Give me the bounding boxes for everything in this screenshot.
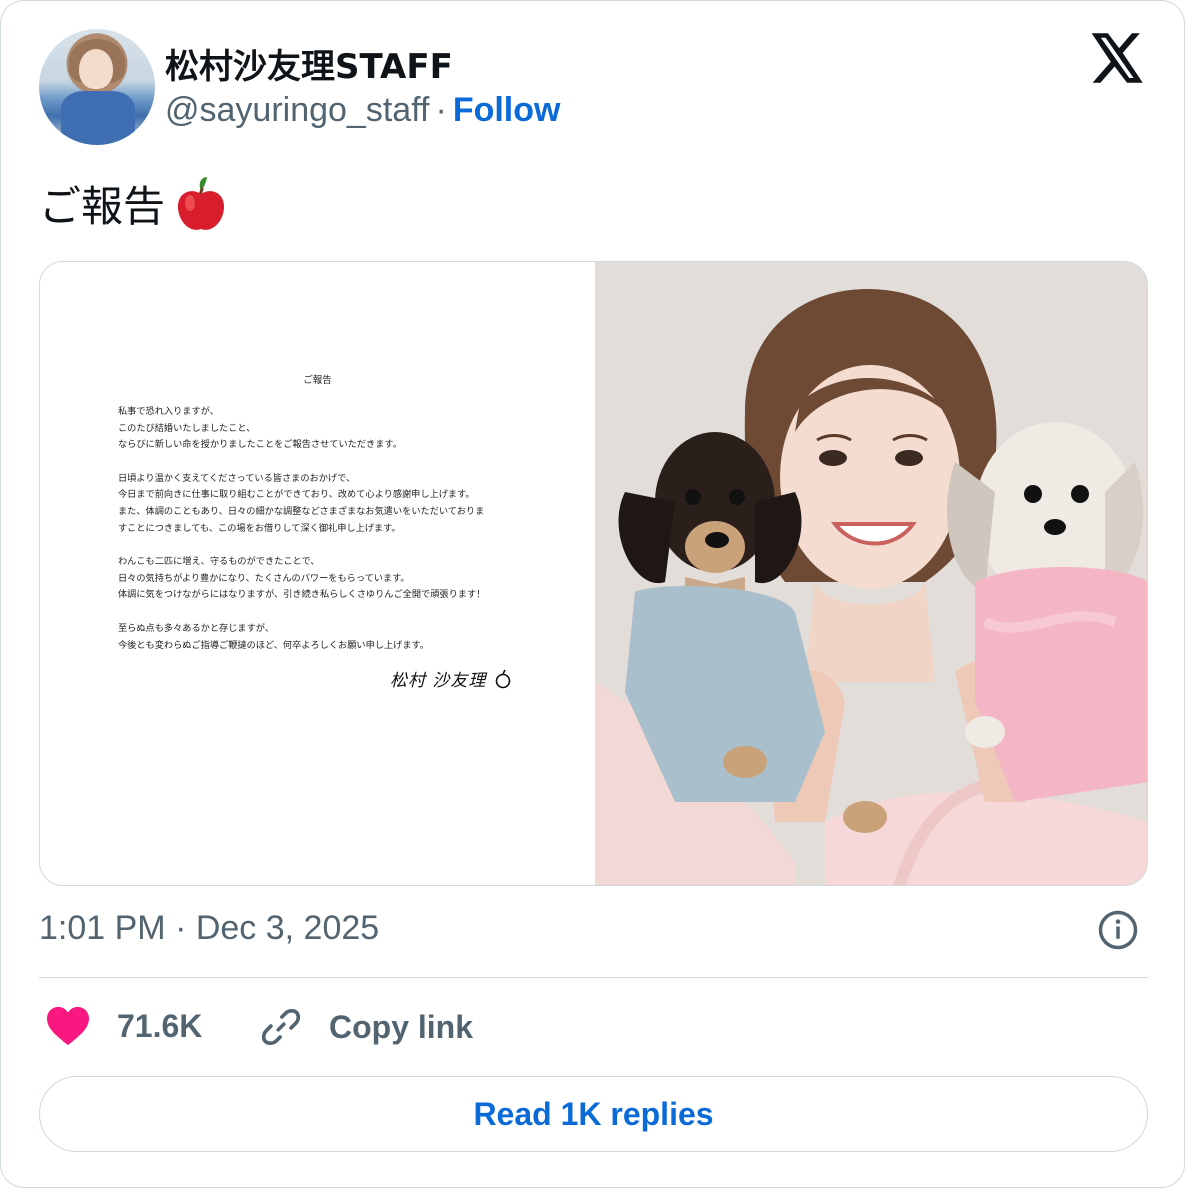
letter-line: 至らぬ点も多々あるかと存じますが、 [118, 622, 275, 634]
apple-doodle-icon [495, 669, 511, 689]
read-replies-button[interactable]: Read 1K replies [39, 1076, 1148, 1152]
letter-line: 日頃より温かく支えてくださっている皆さまのおかげで、 [118, 472, 356, 484]
info-icon[interactable] [1097, 909, 1139, 951]
like-button[interactable]: 71.6K [45, 1005, 202, 1047]
letter-line: また、体調のこともあり、日々の細かな調整などさまざまなお気遣いをいただいておりま [118, 505, 485, 517]
letter-line: 体調に気をつけながらにはなりますが、引き続き私らしくさゆりんご全開で頑張ります！ [118, 589, 486, 601]
display-name[interactable]: 松村沙友理STAFF [165, 39, 453, 88]
handle-row: @sayuringo_staff · Follow [165, 91, 560, 130]
media-image[interactable]: ご報告 私事で恐れ入りますが、 このたび結婚いたしましたこと、 ならびに新しい命… [39, 261, 1148, 886]
letter-body: 私事で恐れ入りますが、 このたび結婚いたしましたこと、 ならびに新しい命を授かり… [118, 404, 538, 654]
letter-line: すことにつきましても、この場をお借りして深く御礼申し上げます。 [118, 522, 401, 534]
avatar-face [79, 49, 113, 89]
letter-line: 私事で恐れ入りますが、 [118, 406, 219, 417]
x-logo-icon[interactable] [1091, 33, 1145, 83]
follow-button[interactable]: Follow [453, 91, 561, 129]
red-apple-icon [177, 176, 225, 230]
portrait-photo [595, 262, 1147, 885]
tweet-text: ご報告 [39, 173, 229, 234]
avatar-dress [61, 91, 135, 145]
signature-text: 松村 沙友理 [390, 671, 487, 691]
letter-line: 今日まで前向きに仕事に取り組むことができており、改めて心より感謝申し上げます。 [118, 489, 475, 501]
letter-line: ならびに新しい命を授かりましたことをご報告させていただきます。 [118, 439, 402, 451]
tweet-text-content: ご報告 [39, 182, 166, 231]
avatar[interactable] [39, 29, 155, 145]
letter-line: 日々の気持ちがより豊かになり、たくさんのパワーをもらっています。 [118, 572, 410, 584]
copy-link-button[interactable]: Copy link [259, 1005, 473, 1049]
announcement-letter: ご報告 私事で恐れ入りますが、 このたび結婚いたしましたこと、 ならびに新しい命… [40, 262, 595, 885]
letter-signature: 松村 沙友理 [390, 666, 513, 691]
user-handle[interactable]: @sayuringo_staff [165, 91, 429, 129]
like-count: 71.6K [117, 1007, 203, 1044]
letter-line: このたび結婚いたしましたこと、 [118, 422, 256, 434]
letter-line: 今後とも変わらぬご指導ご鞭撻のほど、何卒よろしくお願い申し上げます。 [118, 639, 429, 651]
link-icon [261, 1008, 301, 1046]
copy-link-label: Copy link [329, 1008, 474, 1045]
letter-title: ご報告 [303, 375, 332, 386]
tweet-embed-card: 松村沙友理STAFF @sayuringo_staff · Follow ご報告 ご… [0, 0, 1185, 1188]
tweet-timestamp[interactable]: 1:01 PM · Dec 3, 2025 [39, 909, 379, 948]
separator-dot: · [435, 91, 447, 129]
heart-icon [47, 1006, 89, 1046]
divider [39, 977, 1148, 978]
letter-line: わんこも二匹に増え、守るものができたことで、 [118, 556, 320, 568]
